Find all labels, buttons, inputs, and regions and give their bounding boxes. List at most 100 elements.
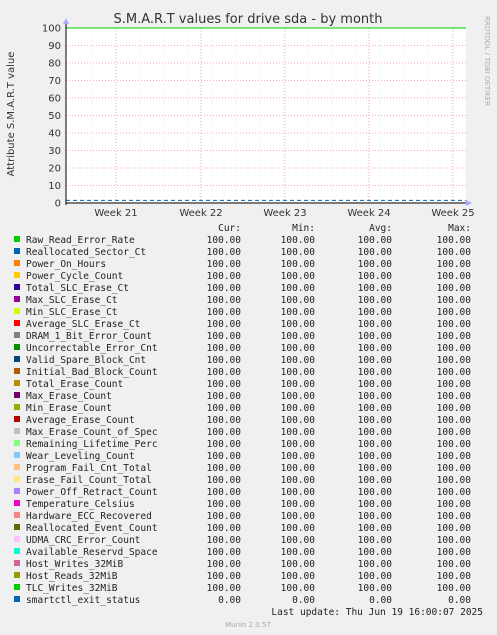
legend-column-header: Avg:	[369, 223, 392, 234]
x-tick-label: Week 24	[347, 208, 390, 219]
legend-swatch	[14, 356, 20, 362]
legend-value: 100.00	[207, 463, 242, 474]
legend-column-header: Max:	[448, 223, 471, 234]
legend-value: 100.00	[207, 271, 242, 282]
legend-swatch	[14, 332, 20, 338]
legend-value: 100.00	[358, 355, 393, 366]
y-tick-label: 70	[48, 76, 61, 87]
legend-value: 0.00	[218, 595, 241, 606]
legend-value: 100.00	[281, 487, 316, 498]
legend-swatch	[14, 320, 20, 326]
legend-value: 100.00	[207, 523, 242, 534]
legend-value: 100.00	[437, 247, 472, 258]
legend-value: 100.00	[437, 559, 472, 570]
last-update: Last update: Thu Jun 19 16:00:07 2025	[271, 607, 483, 618]
legend-series-name: Total_Erase_Count	[26, 379, 123, 390]
legend-value: 100.00	[281, 571, 316, 582]
legend-value: 100.00	[358, 415, 393, 426]
legend-value: 100.00	[207, 427, 242, 438]
legend-value: 100.00	[358, 559, 393, 570]
legend-swatch	[14, 368, 20, 374]
legend-value: 100.00	[207, 247, 242, 258]
legend-value: 100.00	[437, 451, 472, 462]
legend-swatch	[14, 260, 20, 266]
y-tick-label: 20	[48, 164, 61, 175]
legend-value: 100.00	[437, 427, 472, 438]
x-tick-label: Week 23	[263, 208, 306, 219]
y-tick-label: 30	[48, 146, 61, 157]
y-tick-label: 60	[48, 94, 61, 105]
legend-value: 100.00	[207, 319, 242, 330]
legend-value: 100.00	[281, 343, 316, 354]
legend-series-name: Min_Erase_Count	[26, 403, 112, 414]
legend-swatch	[14, 572, 20, 578]
legend-value: 100.00	[358, 583, 393, 594]
legend-value: 100.00	[437, 403, 472, 414]
legend-value: 100.00	[207, 583, 242, 594]
legend-value: 100.00	[437, 535, 472, 546]
legend-value: 100.00	[207, 295, 242, 306]
smart-chart: S.M.A.R.T values for drive sda - by mont…	[0, 0, 497, 635]
legend-value: 100.00	[207, 511, 242, 522]
legend-value: 100.00	[281, 523, 316, 534]
legend-swatch	[14, 452, 20, 458]
legend-series-name: Total_SLC_Erase_Ct	[26, 283, 129, 294]
legend-value: 100.00	[207, 403, 242, 414]
legend-series-name: Power_Cycle_Count	[26, 271, 123, 282]
legend-value: 100.00	[207, 391, 242, 402]
legend-value: 100.00	[358, 295, 393, 306]
y-tick-label: 0	[55, 199, 61, 210]
legend-swatch	[14, 236, 20, 242]
legend-value: 100.00	[207, 571, 242, 582]
legend-value: 0.00	[369, 595, 392, 606]
y-tick-label: 90	[48, 41, 61, 52]
legend-series-name: Max_SLC_Erase_Ct	[26, 295, 118, 306]
legend-value: 100.00	[358, 391, 393, 402]
legend-series-name: Raw_Read_Error_Rate	[26, 235, 135, 246]
legend-series-name: Max_Erase_Count_of_Spec	[26, 427, 158, 438]
legend-value: 100.00	[281, 511, 316, 522]
legend-value: 100.00	[281, 247, 316, 258]
legend-value: 100.00	[281, 583, 316, 594]
legend-series-name: Initial_Bad_Block_Count	[26, 367, 158, 378]
legend-value: 100.00	[358, 283, 393, 294]
legend-value: 100.00	[358, 475, 393, 486]
legend-series-name: Power_Off_Retract_Count	[26, 487, 158, 498]
legend-series-name: Available_Reservd_Space	[26, 547, 158, 558]
legend-value: 100.00	[207, 367, 242, 378]
legend-swatch	[14, 584, 20, 590]
legend-value: 100.00	[281, 283, 316, 294]
legend-value: 100.00	[358, 319, 393, 330]
legend-value: 100.00	[437, 259, 472, 270]
legend-swatch	[14, 560, 20, 566]
legend-value: 100.00	[437, 571, 472, 582]
legend-value: 100.00	[207, 259, 242, 270]
legend-value: 100.00	[437, 511, 472, 522]
legend-value: 100.00	[358, 439, 393, 450]
legend-swatch	[14, 536, 20, 542]
munin-version: Munin 2.0.57	[225, 621, 271, 629]
legend-swatch	[14, 476, 20, 482]
legend-value: 100.00	[207, 235, 242, 246]
legend-value: 100.00	[207, 343, 242, 354]
legend-value: 100.00	[437, 523, 472, 534]
legend-value: 100.00	[281, 463, 316, 474]
legend-series-name: Wear_Leveling_Count	[26, 451, 135, 462]
legend-column-header: Min:	[292, 223, 315, 234]
legend-swatch	[14, 428, 20, 434]
legend-value: 100.00	[437, 367, 472, 378]
legend-swatch	[14, 524, 20, 530]
legend-value: 100.00	[207, 355, 242, 366]
legend-value: 100.00	[437, 319, 472, 330]
legend-swatch	[14, 440, 20, 446]
chart-title: S.M.A.R.T values for drive sda - by mont…	[114, 12, 383, 27]
legend-value: 100.00	[207, 379, 242, 390]
legend-value: 100.00	[358, 499, 393, 510]
legend-value: 100.00	[207, 487, 242, 498]
legend-value: 100.00	[437, 307, 472, 318]
legend-swatch	[14, 416, 20, 422]
legend-swatch	[14, 596, 20, 602]
legend-swatch	[14, 404, 20, 410]
legend-value: 100.00	[281, 499, 316, 510]
legend-value: 100.00	[358, 403, 393, 414]
